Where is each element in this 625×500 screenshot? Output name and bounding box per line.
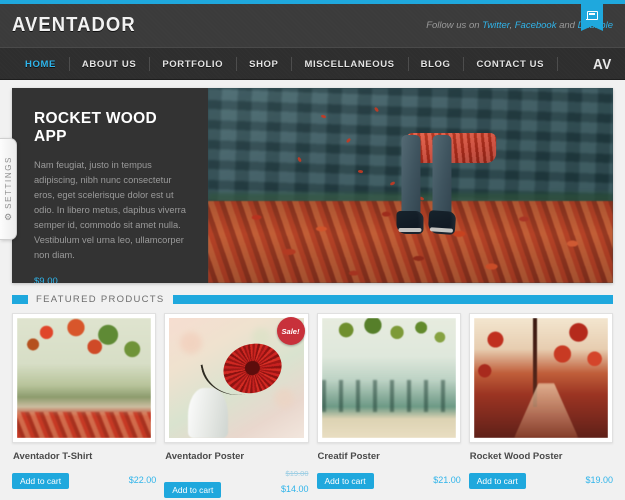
product-card[interactable]: Aventador T-Shirt Add to cart $22.00: [12, 313, 157, 498]
hero-description: Nam feugiat, justo in tempus adipiscing,…: [34, 160, 186, 261]
hero-photo: [208, 88, 613, 283]
product-thumbnail[interactable]: Sale!: [164, 313, 309, 443]
social-link-twitter[interactable]: Twitter: [482, 20, 509, 31]
settings-tab-label: SETTINGS: [3, 156, 13, 209]
site-logo[interactable]: AVENTADOR: [12, 14, 136, 37]
cart-ribbon-button[interactable]: [581, 4, 603, 31]
page-content: SETTINGS ⚙ ROCKET WOOD APP Nam feugiat, …: [0, 80, 625, 500]
hero-text-panel: ROCKET WOOD APP Nam feugiat, justo in te…: [12, 88, 208, 283]
nav-items: HOME ABOUT US PORTFOLIO SHOP MISCELLANEO…: [12, 48, 559, 81]
product-footer: Add to cart $21.00: [316, 469, 461, 489]
product-thumbnail[interactable]: [316, 313, 461, 443]
product-thumbnail[interactable]: [468, 313, 613, 443]
product-card[interactable]: Creatif Poster Add to cart $21.00: [316, 313, 461, 498]
gear-icon: ⚙: [3, 211, 13, 222]
product-name: Rocket Wood Poster: [469, 451, 563, 462]
product-price-block: $19.00 $14.00: [281, 469, 309, 498]
nav-item-contact-us[interactable]: CONTACT US: [463, 48, 557, 81]
bokeh: [252, 327, 271, 346]
hero-person-leg: [400, 134, 420, 214]
product-price: $21.00: [433, 475, 461, 485]
product-footer: Add to cart $22.00: [12, 469, 156, 489]
hero-slider: ROCKET WOOD APP Nam feugiat, justo in te…: [12, 88, 613, 283]
product-card[interactable]: Sale! Aventador Poster Add to cart $19.0…: [164, 313, 309, 499]
sale-badge: Sale!: [276, 317, 305, 345]
product-photo-crimson-path: [473, 318, 608, 438]
nav-item-miscellaneous[interactable]: MISCELLANEOUS: [291, 48, 407, 81]
product-thumbnail[interactable]: [12, 313, 157, 443]
social-sep-2: and: [556, 20, 578, 31]
product-grid: Aventador T-Shirt Add to cart $22.00 Sal…: [12, 313, 613, 499]
product-footer: Add to cart $19.00 $14.00: [164, 469, 309, 499]
hero-price: $9.00: [34, 276, 58, 283]
nav-brand-mark: AV: [593, 55, 612, 73]
section-bullet-icon: [12, 295, 28, 304]
bokeh: [179, 332, 202, 355]
nav-item-home[interactable]: HOME: [12, 48, 69, 81]
product-price: $19.00: [585, 475, 613, 485]
main-navigation: HOME ABOUT US PORTFOLIO SHOP MISCELLANEO…: [0, 47, 625, 80]
product-price: $22.00: [128, 475, 157, 485]
product-name: Creatif Poster: [317, 451, 380, 462]
hero-person-leg: [431, 134, 451, 214]
product-price-block: $21.00: [433, 469, 461, 489]
add-to-cart-button[interactable]: Add to cart: [164, 481, 222, 499]
nav-item-shop[interactable]: SHOP: [236, 48, 291, 81]
product-price-block: $22.00: [129, 469, 157, 489]
product-photo-autumn-tree: [17, 318, 152, 438]
product-image: [321, 318, 456, 438]
bokeh: [273, 387, 294, 408]
hero-title: ROCKET WOOD APP: [34, 110, 157, 145]
nav-item-portfolio[interactable]: PORTFOLIO: [149, 48, 236, 81]
nav-divider: [557, 57, 559, 71]
hero-image: [208, 88, 613, 283]
vase: [188, 387, 229, 438]
section-title: FEATURED PRODUCTS: [36, 294, 165, 305]
product-old-price: $19.00: [285, 469, 309, 478]
featured-products-header: FEATURED PRODUCTS: [12, 294, 613, 305]
product-price: $14.00: [280, 484, 309, 495]
product-name: Aventador T-Shirt: [13, 451, 93, 462]
nav-item-blog[interactable]: BLOG: [407, 48, 464, 81]
hero-person: [395, 132, 496, 236]
hero-person-shoe: [427, 210, 456, 236]
product-image: [17, 318, 152, 438]
product-image: [473, 318, 608, 438]
section-rule: [172, 295, 613, 304]
add-to-cart-button[interactable]: Add to cart: [12, 472, 70, 489]
social-prefix: Follow us on: [426, 20, 483, 31]
product-card[interactable]: Rocket Wood Poster Add to cart $19.00: [468, 313, 613, 498]
site-header: AVENTADOR Follow us on Twitter, Facebook…: [0, 4, 625, 47]
add-to-cart-button[interactable]: Add to cart: [316, 472, 374, 489]
hero-person-shoe: [395, 211, 423, 235]
social-link-facebook[interactable]: Facebook: [515, 20, 557, 31]
product-photo-misty-park: [321, 318, 456, 438]
product-price-block: $19.00: [585, 469, 613, 489]
settings-side-tab[interactable]: SETTINGS ⚙: [0, 138, 17, 240]
shopping-cart-icon: [586, 10, 598, 20]
add-to-cart-button[interactable]: Add to cart: [468, 472, 526, 489]
nav-item-about-us[interactable]: ABOUT US: [68, 48, 149, 81]
product-name: Aventador Poster: [165, 451, 245, 462]
product-footer: Add to cart $19.00: [468, 469, 613, 489]
